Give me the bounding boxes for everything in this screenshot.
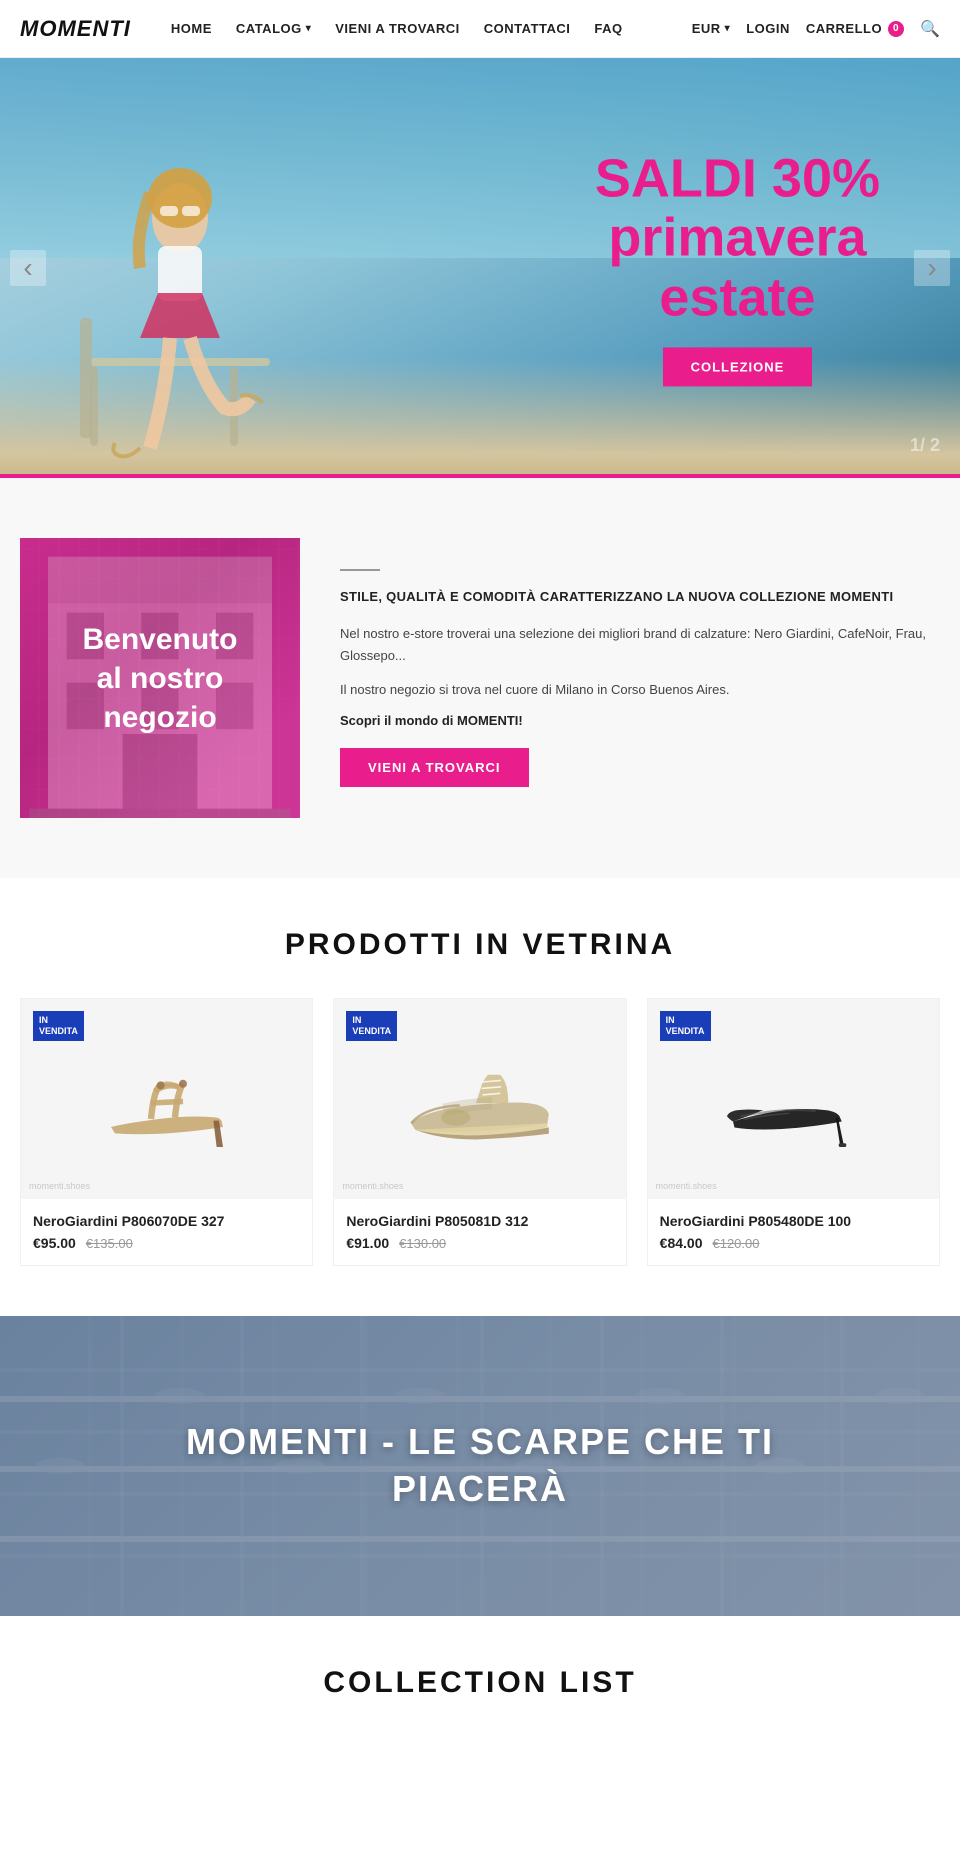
product-info-1: NeroGiardini P805081D 312 €91.00 €130.00 [334, 1199, 625, 1265]
about-vieni-button[interactable]: VIENI A TROVARCI [340, 748, 529, 787]
cart-badge: 0 [888, 21, 904, 37]
header-right: EUR ▾ LOGIN CARRELLO 0 🔍 [692, 19, 940, 39]
hero-counter: 1/ 2 [910, 416, 940, 458]
in-vendita-badge-0: INVENDITA [33, 1011, 84, 1041]
shoe-sneaker-svg [395, 1044, 565, 1154]
logo[interactable]: MOMENTI [20, 16, 131, 42]
nav-login[interactable]: LOGIN [746, 21, 790, 36]
product-name-2: NeroGiardini P805480DE 100 [660, 1213, 927, 1229]
about-desc1: Nel nostro e-store troverai una selezion… [340, 623, 940, 667]
hero-pink-line [0, 474, 960, 478]
shoe-pump-svg [718, 1039, 868, 1159]
about-desc2: Il nostro negozio si trova nel cuore di … [340, 679, 940, 701]
collection-section: COLLECTION LIST [0, 1616, 960, 1730]
hero-woman-svg [50, 118, 310, 478]
product-image-1: INVENDITA [334, 999, 625, 1199]
banner-section: MOMENTI - LE SCARPE CHE TI PIACERÀ [0, 1316, 960, 1616]
banner-title: MOMENTI - LE SCARPE CHE TI PIACERÀ [186, 1419, 774, 1513]
shoe-sandal-svg [87, 1039, 247, 1159]
price-original-2: €120.00 [712, 1236, 759, 1251]
hero-next-button[interactable]: › [914, 250, 950, 286]
main-nav: HOME CATALOG ▾ VIENI A TROVARCI CONTATTA… [171, 21, 692, 36]
watermark-1: momenti.shoes [342, 1181, 403, 1191]
about-image-text: Benvenuto al nostro negozio [62, 600, 257, 757]
product-prices-2: €84.00 €120.00 [660, 1235, 927, 1251]
price-original-0: €135.00 [86, 1236, 133, 1251]
price-current-2: €84.00 [660, 1235, 703, 1251]
hero-slider: SALDI 30% primavera estate COLLEZIONE ‹ … [0, 58, 960, 478]
about-image: Benvenuto al nostro negozio [20, 538, 300, 818]
hero-prev-button[interactable]: ‹ [10, 250, 46, 286]
product-card-2[interactable]: INVENDITA momenti.shoes NeroGia [647, 998, 940, 1266]
in-vendita-badge-1: INVENDITA [346, 1011, 397, 1041]
catalog-chevron-icon: ▾ [306, 23, 312, 34]
product-card-1[interactable]: INVENDITA [333, 998, 626, 1266]
about-content: STILE, QUALITÀ E COMODITÀ CARATTERIZZANO… [340, 538, 940, 818]
hero-title: SALDI 30% primavera estate [595, 149, 880, 327]
hero-figure [20, 98, 340, 478]
about-line-decoration [340, 569, 380, 571]
product-name-1: NeroGiardini P805081D 312 [346, 1213, 613, 1229]
watermark-2: momenti.shoes [656, 1181, 717, 1191]
product-name-0: NeroGiardini P806070DE 327 [33, 1213, 300, 1229]
product-info-2: NeroGiardini P805480DE 100 €84.00 €120.0… [648, 1199, 939, 1265]
hero-cta-button[interactable]: COLLEZIONE [663, 348, 813, 387]
nav-contattaci[interactable]: CONTATTACI [484, 21, 571, 36]
collection-title: COLLECTION LIST [20, 1666, 940, 1700]
product-prices-0: €95.00 €135.00 [33, 1235, 300, 1251]
nav-eur[interactable]: EUR ▾ [692, 21, 730, 36]
products-title: PRODOTTI IN VETRINA [20, 928, 940, 962]
in-vendita-badge-2: INVENDITA [660, 1011, 711, 1041]
about-section: Benvenuto al nostro negozio STILE, QUALI… [0, 478, 960, 878]
header: MOMENTI HOME CATALOG ▾ VIENI A TROVARCI … [0, 0, 960, 58]
nav-catalog[interactable]: CATALOG ▾ [236, 21, 311, 36]
search-icon[interactable]: 🔍 [920, 19, 940, 39]
hero-text: SALDI 30% primavera estate COLLEZIONE [595, 149, 880, 386]
price-current-1: €91.00 [346, 1235, 389, 1251]
product-image-0: INVENDITA momenti.sh [21, 999, 312, 1199]
product-image-2: INVENDITA momenti.shoes [648, 999, 939, 1199]
nav-carrello[interactable]: CARRELLO 0 [806, 21, 904, 37]
nav-faq[interactable]: FAQ [594, 21, 622, 36]
price-original-1: €130.00 [399, 1236, 446, 1251]
watermark-0: momenti.shoes [29, 1181, 90, 1191]
eur-chevron-icon: ▾ [725, 23, 731, 34]
nav-home[interactable]: HOME [171, 21, 212, 36]
product-info-0: NeroGiardini P806070DE 327 €95.00 €135.0… [21, 1199, 312, 1265]
product-prices-1: €91.00 €130.00 [346, 1235, 613, 1251]
price-current-0: €95.00 [33, 1235, 76, 1251]
products-grid: INVENDITA momenti.sh [20, 998, 940, 1266]
about-discover: Scopri il mondo di MOMENTI! [340, 713, 940, 728]
product-card-0[interactable]: INVENDITA momenti.sh [20, 998, 313, 1266]
about-title: STILE, QUALITÀ E COMODITÀ CARATTERIZZANO… [340, 587, 940, 607]
nav-vieni[interactable]: VIENI A TROVARCI [335, 21, 460, 36]
products-section: PRODOTTI IN VETRINA INVENDITA [0, 878, 960, 1316]
banner-text: MOMENTI - LE SCARPE CHE TI PIACERÀ [186, 1419, 774, 1513]
